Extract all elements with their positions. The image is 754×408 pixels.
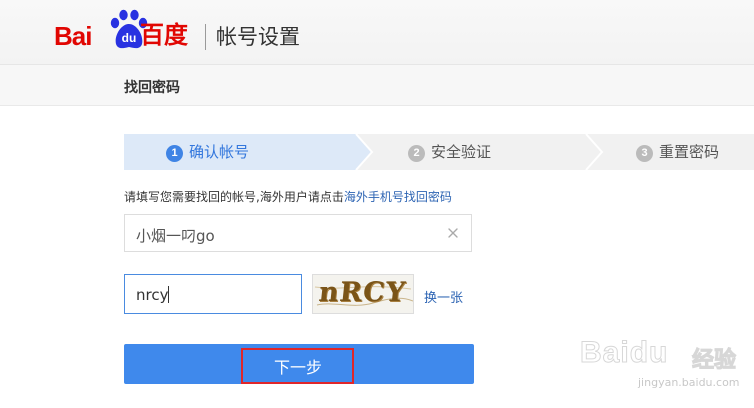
step-number-3: 3 [636,145,653,162]
page-title: 帐号设置 [216,25,300,49]
step-security-verify: 2 安全验证 [408,134,491,170]
hint-text: 请填写您需要找回的帐号,海外用户请点击 [124,190,344,204]
step-confirm-account: 1 确认帐号 [166,134,249,170]
captcha-image[interactable]: nRCY [312,274,414,314]
logo-text-cn: 百度 [140,21,188,49]
baidu-jingyan-watermark: Baidu 经验 jingyan.baidu.com [580,336,750,404]
watermark-url: jingyan.baidu.com [638,376,740,389]
captcha-text: nRCY [317,277,408,308]
overseas-phone-recovery-link[interactable]: 海外手机号找回密码 [344,190,452,204]
captcha-input[interactable]: nrcy [124,274,302,314]
step-label: 安全验证 [431,143,492,161]
step-indicator: 1 确认帐号 2 安全验证 3 重置密码 [124,134,754,170]
watermark-logo: Baidu [580,336,669,370]
header-divider [205,24,206,50]
section-title: 找回密码 [124,80,180,96]
step-reset-password: 3 重置密码 [636,134,719,170]
baidu-logo[interactable]: Bai du 百度 [54,6,190,52]
page-header: Bai du 百度 帐号设置 [0,0,754,65]
annotation-highlight-box [241,348,354,384]
refresh-captcha-link[interactable]: 换一张 [424,287,463,306]
watermark-cn: 经验 [691,348,737,374]
text-cursor [168,286,170,303]
step-number-2: 2 [408,145,425,162]
form-hint: 请填写您需要找回的帐号,海外用户请点击海外手机号找回密码 [124,188,452,205]
captcha-input-value: nrcy [136,286,170,304]
subheader-bar: 找回密码 [0,65,754,106]
step-label: 确认帐号 [189,143,250,161]
account-input-value: 小烟一叼go [136,227,215,245]
close-icon[interactable] [447,227,459,239]
step-number-1: 1 [166,145,183,162]
logo-text-bai: Bai [54,21,92,51]
account-input[interactable]: 小烟一叼go [124,214,472,252]
step-label: 重置密码 [659,143,720,161]
logo-text-du: du [122,31,137,45]
